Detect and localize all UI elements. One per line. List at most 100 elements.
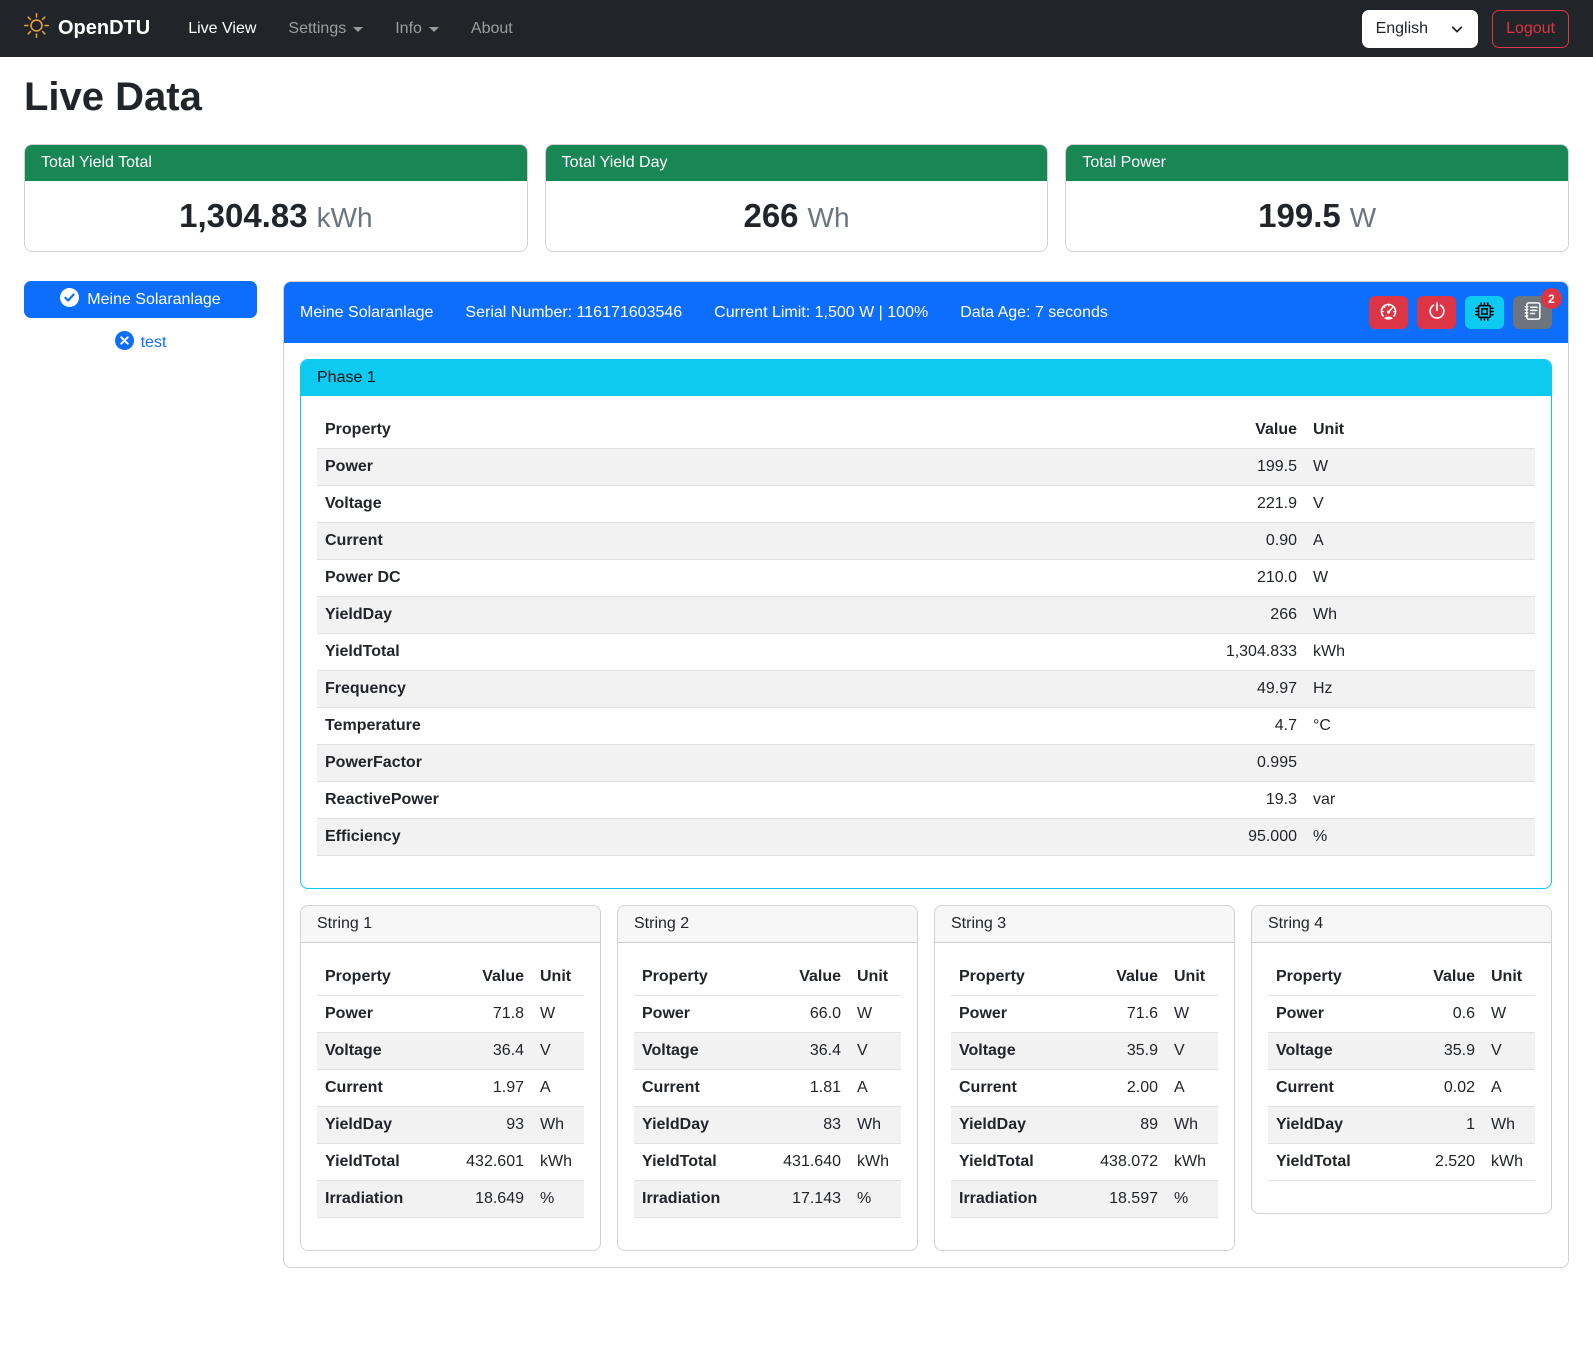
inverter-limit: Current Limit: 1,500 W | 100% <box>714 304 928 322</box>
table-row: Power199.5W <box>317 449 1535 486</box>
table-header-row: Property Value Unit <box>634 959 901 996</box>
table-row: YieldDay93Wh <box>317 1107 584 1144</box>
property-cell: Irradiation <box>951 1181 1072 1218</box>
table-row: Current0.02A <box>1268 1070 1535 1107</box>
speedometer-icon <box>1378 301 1399 325</box>
unit-cell: kWh <box>532 1144 584 1181</box>
unit-cell: A <box>1305 523 1535 560</box>
sidebar-item-test[interactable]: test <box>24 331 257 355</box>
table-row: PowerFactor0.995 <box>317 745 1535 782</box>
summary-card-unit: W <box>1350 202 1376 233</box>
sidebar-item-meine-solaranlage[interactable]: Meine Solaranlage <box>24 281 257 318</box>
string-card-4: String 4 Property Value Unit Power0.6WVo… <box>1251 905 1552 1214</box>
string-3-table: Property Value Unit Power71.6WVoltage35.… <box>951 959 1218 1218</box>
event-count-badge: 2 <box>1541 288 1562 309</box>
unit-cell: Wh <box>1166 1107 1218 1144</box>
property-cell: Power <box>634 996 755 1033</box>
property-cell: Current <box>317 523 908 560</box>
column-header-unit: Unit <box>1483 959 1535 996</box>
property-cell: Current <box>951 1070 1072 1107</box>
unit-cell: A <box>532 1070 584 1107</box>
table-row: YieldTotal438.072kWh <box>951 1144 1218 1181</box>
column-header-unit: Unit <box>1305 412 1535 449</box>
column-header-value: Value <box>908 412 1305 449</box>
event-log-button[interactable]: 2 <box>1513 296 1552 329</box>
logout-button[interactable]: Logout <box>1492 10 1569 48</box>
unit-cell: Wh <box>849 1107 901 1144</box>
summary-row: Total Yield Total 1,304.83kWh Total Yiel… <box>24 144 1569 252</box>
property-cell: Power <box>951 996 1072 1033</box>
column-header-unit: Unit <box>532 959 584 996</box>
table-row: YieldTotal431.640kWh <box>634 1144 901 1181</box>
value-cell: 2.00 <box>1072 1070 1166 1107</box>
property-cell: Power <box>317 996 438 1033</box>
value-cell: 35.9 <box>1399 1033 1483 1070</box>
unit-cell: kWh <box>1305 634 1535 671</box>
value-cell: 1,304.833 <box>908 634 1305 671</box>
check-circle-icon <box>60 288 79 312</box>
inverter-name: Meine Solaranlage <box>300 304 433 322</box>
property-cell: YieldTotal <box>317 634 908 671</box>
property-cell: Power DC <box>317 560 908 597</box>
phase-table: Property Value Unit Power199.5WVoltage22… <box>317 412 1535 856</box>
column-header-unit: Unit <box>1166 959 1218 996</box>
sidebar-item-label: Meine Solaranlage <box>87 291 220 309</box>
nav-item-info[interactable]: Info <box>383 12 451 46</box>
table-row: Power0.6W <box>1268 996 1535 1033</box>
sidebar-item-label: test <box>141 334 167 352</box>
language-select[interactable]: English <box>1362 10 1478 48</box>
nav-item-live-view[interactable]: Live View <box>176 12 268 46</box>
inverter-sidebar: Meine Solaranlage test <box>24 281 257 355</box>
string-2-table: Property Value Unit Power66.0WVoltage36.… <box>634 959 901 1218</box>
sun-icon <box>24 13 49 44</box>
phase-panel-title: Phase 1 <box>301 360 1551 396</box>
table-row: YieldTotal432.601kWh <box>317 1144 584 1181</box>
property-cell: Current <box>634 1070 755 1107</box>
value-cell: 71.8 <box>438 996 532 1033</box>
property-cell: Efficiency <box>317 819 908 856</box>
value-cell: 17.143 <box>755 1181 849 1218</box>
nav-links: Live View Settings Info About <box>176 12 525 46</box>
power-button[interactable] <box>1417 296 1456 329</box>
unit-cell: kWh <box>1166 1144 1218 1181</box>
nav-item-about[interactable]: About <box>459 12 525 46</box>
unit-cell: Wh <box>532 1107 584 1144</box>
value-cell: 83 <box>755 1107 849 1144</box>
property-cell: PowerFactor <box>317 745 908 782</box>
unit-cell: % <box>532 1181 584 1218</box>
brand[interactable]: OpenDTU <box>24 13 150 44</box>
chevron-down-icon <box>353 27 363 32</box>
unit-cell: V <box>1483 1033 1535 1070</box>
table-row: ReactivePower19.3var <box>317 782 1535 819</box>
string-card-2: String 2 Property Value Unit Power66.0WV… <box>617 905 918 1251</box>
property-cell: YieldDay <box>634 1107 755 1144</box>
table-header-row: Property Value Unit <box>317 959 584 996</box>
value-cell: 4.7 <box>908 708 1305 745</box>
column-header-property: Property <box>634 959 755 996</box>
string-4-table: Property Value Unit Power0.6WVoltage35.9… <box>1268 959 1535 1181</box>
table-row: Current1.97A <box>317 1070 584 1107</box>
summary-card-title: Total Yield Day <box>546 145 1048 181</box>
unit-cell: W <box>1483 996 1535 1033</box>
table-row: Temperature4.7°C <box>317 708 1535 745</box>
value-cell: 2.520 <box>1399 1144 1483 1181</box>
property-cell: Irradiation <box>634 1181 755 1218</box>
nav-item-settings[interactable]: Settings <box>276 12 375 46</box>
value-cell: 19.3 <box>908 782 1305 819</box>
column-header-property: Property <box>951 959 1072 996</box>
language-select-value: English <box>1376 20 1428 38</box>
unit-cell: % <box>1305 819 1535 856</box>
limit-settings-button[interactable] <box>1369 296 1408 329</box>
property-cell: YieldTotal <box>634 1144 755 1181</box>
unit-cell: °C <box>1305 708 1535 745</box>
unit-cell: W <box>849 996 901 1033</box>
property-cell: Power <box>317 449 908 486</box>
unit-cell: V <box>849 1033 901 1070</box>
unit-cell: A <box>1483 1070 1535 1107</box>
unit-cell: % <box>849 1181 901 1218</box>
unit-cell: A <box>849 1070 901 1107</box>
device-info-button[interactable] <box>1465 296 1504 329</box>
value-cell: 210.0 <box>908 560 1305 597</box>
table-row: Voltage35.9V <box>951 1033 1218 1070</box>
unit-cell: V <box>1166 1033 1218 1070</box>
